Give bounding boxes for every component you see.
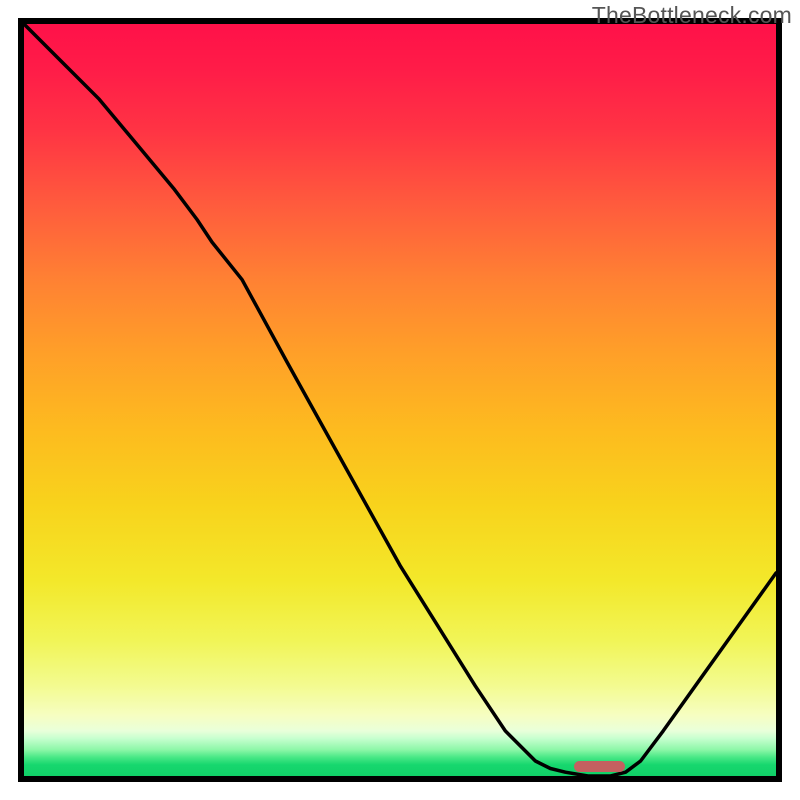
- plot-area: [24, 24, 776, 776]
- curve-layer: [24, 24, 776, 776]
- optimal-marker: [574, 761, 625, 772]
- watermark-text: TheBottleneck.com: [592, 2, 792, 29]
- bottleneck-curve-path: [24, 24, 776, 776]
- bottleneck-chart: TheBottleneck.com: [0, 0, 800, 800]
